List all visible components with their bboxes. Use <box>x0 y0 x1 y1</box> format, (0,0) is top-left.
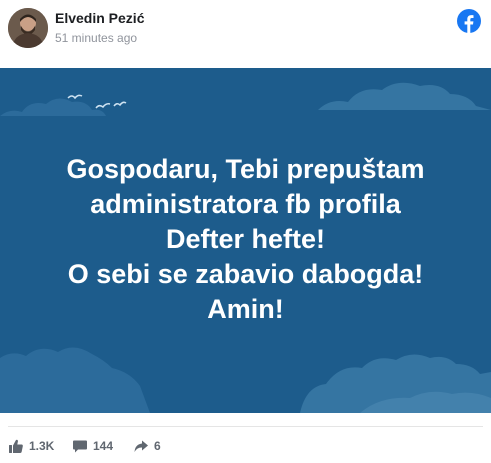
comment-icon <box>73 440 87 453</box>
shares-stat[interactable]: 6 <box>133 436 161 456</box>
comments-stat[interactable]: 144 <box>72 436 113 456</box>
likes-count: 1.3K <box>29 439 55 453</box>
footer-divider <box>8 426 483 427</box>
shares-count: 6 <box>154 439 161 453</box>
post-image[interactable]: Gospodaru, Tebi prepuštam administratora… <box>0 68 491 413</box>
post-text-line: Amin! <box>207 294 284 324</box>
post-stats: 1.3K 144 6 <box>0 436 491 458</box>
post-text-line: Defter hefte! <box>165 224 326 254</box>
likes-stat[interactable]: 1.3K <box>8 436 54 456</box>
post-text-line: administratora fb profila <box>90 189 401 219</box>
author-name[interactable]: Elvedin Pezić <box>55 10 144 26</box>
avatar[interactable] <box>8 8 48 48</box>
facebook-post-card: Elvedin Pezić 51 minutes ago Gospodaru, … <box>0 0 491 463</box>
post-text-line: O sebi se zabavio dabogda! <box>67 259 424 289</box>
post-text: Gospodaru, Tebi prepuštam administratora… <box>0 152 491 327</box>
post-timestamp[interactable]: 51 minutes ago <box>55 31 137 45</box>
thumbs-up-icon <box>9 439 23 453</box>
comments-count: 144 <box>93 439 114 453</box>
post-header: Elvedin Pezić 51 minutes ago <box>0 0 491 68</box>
facebook-icon[interactable] <box>457 9 481 33</box>
post-text-line: Gospodaru, Tebi prepuštam <box>66 154 425 184</box>
share-arrow-icon <box>134 440 148 452</box>
